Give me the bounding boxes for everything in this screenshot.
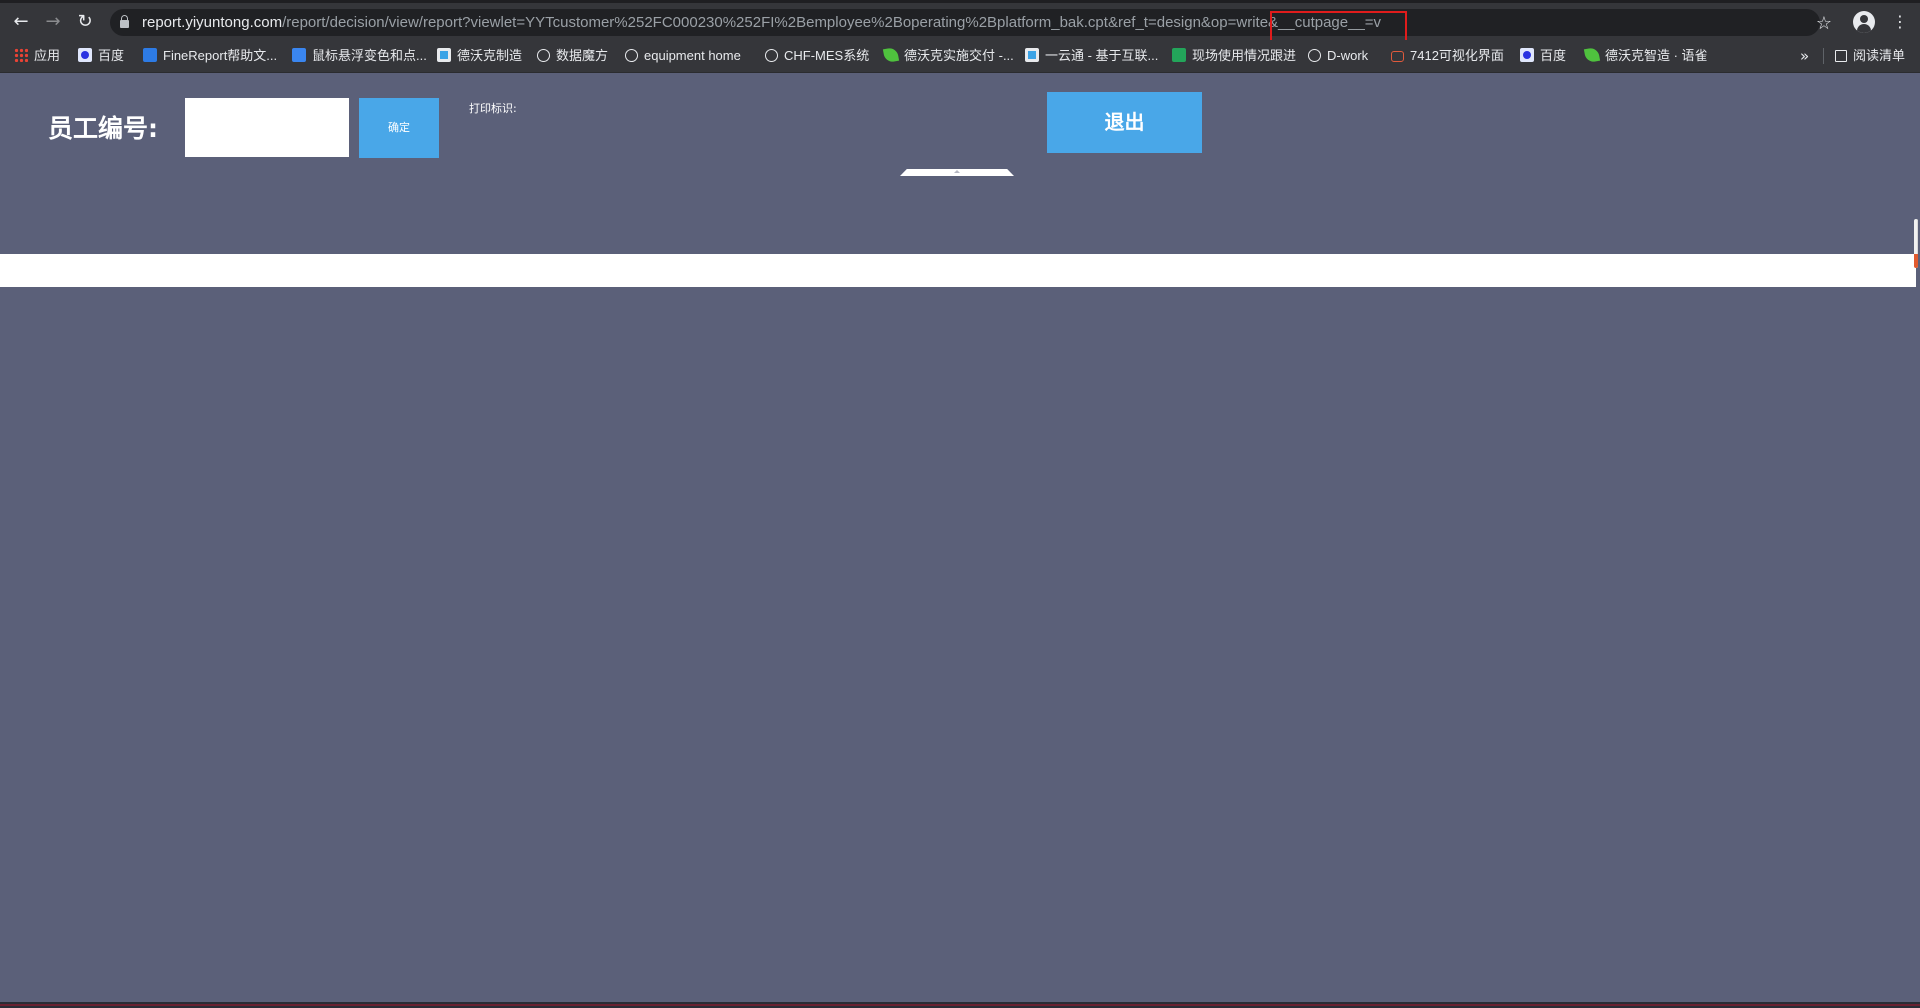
finereport-icon	[143, 48, 157, 62]
print-flag-label: 打印标识:	[469, 102, 517, 115]
baidu-icon	[78, 48, 92, 62]
bookmark-finereport-help[interactable]: FineReport帮助文...	[143, 40, 277, 72]
report-page: 员工编号: 确定 打印标识: 退出	[0, 73, 1920, 1003]
bookmark-yiyuntong[interactable]: 一云通 - 基于互联...	[1025, 40, 1158, 72]
kebab-menu-icon[interactable]: ⋮	[1890, 11, 1910, 33]
bookmark-label: 德沃克智造 · 语雀	[1605, 48, 1708, 63]
finereport-icon	[292, 48, 306, 62]
image-icon	[1025, 48, 1039, 62]
apps-icon	[14, 48, 28, 62]
url-host: report.yiyuntong.com	[142, 14, 283, 31]
bookmark-label: 百度	[98, 48, 125, 63]
employee-id-label: 员工编号:	[48, 114, 158, 143]
globe-icon	[625, 49, 638, 62]
bookmark-label: 德沃克制造	[457, 48, 523, 63]
browser-window: ← → ↻ report.yiyuntong.com/report/decisi…	[0, 0, 1920, 1008]
baidu-icon	[1520, 48, 1534, 62]
bookmark-onsite-usage[interactable]: 现场使用情况跟进	[1172, 40, 1296, 72]
image-icon	[437, 48, 451, 62]
bookmark-label: 7412可视化界面	[1410, 48, 1504, 63]
cloud-icon	[1391, 51, 1404, 62]
bookmark-label: D-work	[1327, 48, 1369, 63]
bookmark-equipment-home[interactable]: equipment home	[625, 40, 741, 72]
bookmark-baidu[interactable]: 百度	[78, 40, 124, 72]
bookmark-data-cube[interactable]: 数据魔方	[537, 40, 608, 72]
leaf-icon	[1583, 46, 1601, 64]
globe-icon	[1308, 49, 1321, 62]
more-bookmarks-button[interactable]: »	[1800, 40, 1809, 72]
sheet-icon	[1172, 48, 1186, 62]
bookmark-dwk-delivery[interactable]: 德沃克实施交付 -...	[882, 40, 1014, 72]
bookmark-star-icon[interactable]: ☆	[1812, 12, 1836, 36]
confirm-button[interactable]: 确定	[359, 98, 439, 158]
bookmarks-divider	[1823, 48, 1824, 64]
url-path: /report/decision/view/report?viewlet=YYT…	[282, 14, 1382, 31]
bookmark-label: CHF-MES系统	[784, 48, 870, 63]
url-text[interactable]: report.yiyuntong.com/report/decision/vie…	[142, 9, 1381, 36]
address-bar[interactable]: report.yiyuntong.com/report/decision/vie…	[110, 9, 1820, 43]
bookmark-label: FineReport帮助文...	[163, 48, 278, 63]
reading-list-button[interactable]: 阅读清单	[1835, 40, 1905, 72]
window-bottom-edge	[0, 1002, 1920, 1008]
forward-arrow-icon[interactable]: →	[40, 9, 66, 35]
globe-icon	[765, 49, 778, 62]
leaf-icon	[882, 46, 900, 64]
globe-icon	[537, 49, 550, 62]
bookmark-label: 现场使用情况跟进	[1192, 48, 1297, 63]
bookmark-chf-mes[interactable]: CHF-MES系统	[765, 40, 869, 72]
bookmark-label: equipment home	[644, 48, 741, 63]
bookmark-label: 鼠标悬浮变色和点...	[312, 48, 427, 63]
bookmark-apps[interactable]: 应用	[14, 40, 60, 72]
bookmark-d-work[interactable]: D-work	[1308, 40, 1368, 72]
back-arrow-icon[interactable]: ←	[8, 9, 34, 35]
parameter-panel-collapse-handle[interactable]	[900, 169, 1014, 176]
reading-list-icon	[1835, 50, 1847, 62]
bookmark-label: 百度	[1540, 48, 1567, 63]
profile-avatar-icon[interactable]	[1853, 11, 1875, 33]
reading-list-label: 阅读清单	[1853, 48, 1906, 63]
bookmark-label: 一云通 - 基于互联...	[1045, 48, 1159, 63]
bookmark-label: 数据魔方	[556, 48, 609, 63]
bookmark-label: 德沃克实施交付 -...	[904, 48, 1014, 63]
bookmark-baidu-2[interactable]: 百度	[1520, 40, 1566, 72]
lock-icon[interactable]	[120, 15, 129, 29]
exit-button[interactable]: 退出	[1047, 92, 1202, 153]
report-content-band	[0, 254, 1916, 287]
reload-icon[interactable]: ↻	[72, 9, 98, 35]
employee-id-input[interactable]	[185, 98, 349, 157]
page-scrollbar[interactable]	[1914, 219, 1918, 268]
bookmark-dwk-manufacturing[interactable]: 德沃克制造	[437, 40, 522, 72]
bookmark-mouse-hover[interactable]: 鼠标悬浮变色和点...	[292, 40, 427, 72]
bookmark-label: 应用	[34, 48, 61, 63]
bookmarks-bar: 应用 百度 FineReport帮助文... 鼠标悬浮变色和点... 德沃克制造…	[0, 40, 1920, 73]
browser-toolbar: ← → ↻ report.yiyuntong.com/report/decisi…	[0, 3, 1920, 43]
bookmark-dwk-yuque[interactable]: 德沃克智造 · 语雀	[1583, 40, 1708, 72]
bookmark-7412-visual[interactable]: 7412可视化界面	[1391, 40, 1504, 72]
